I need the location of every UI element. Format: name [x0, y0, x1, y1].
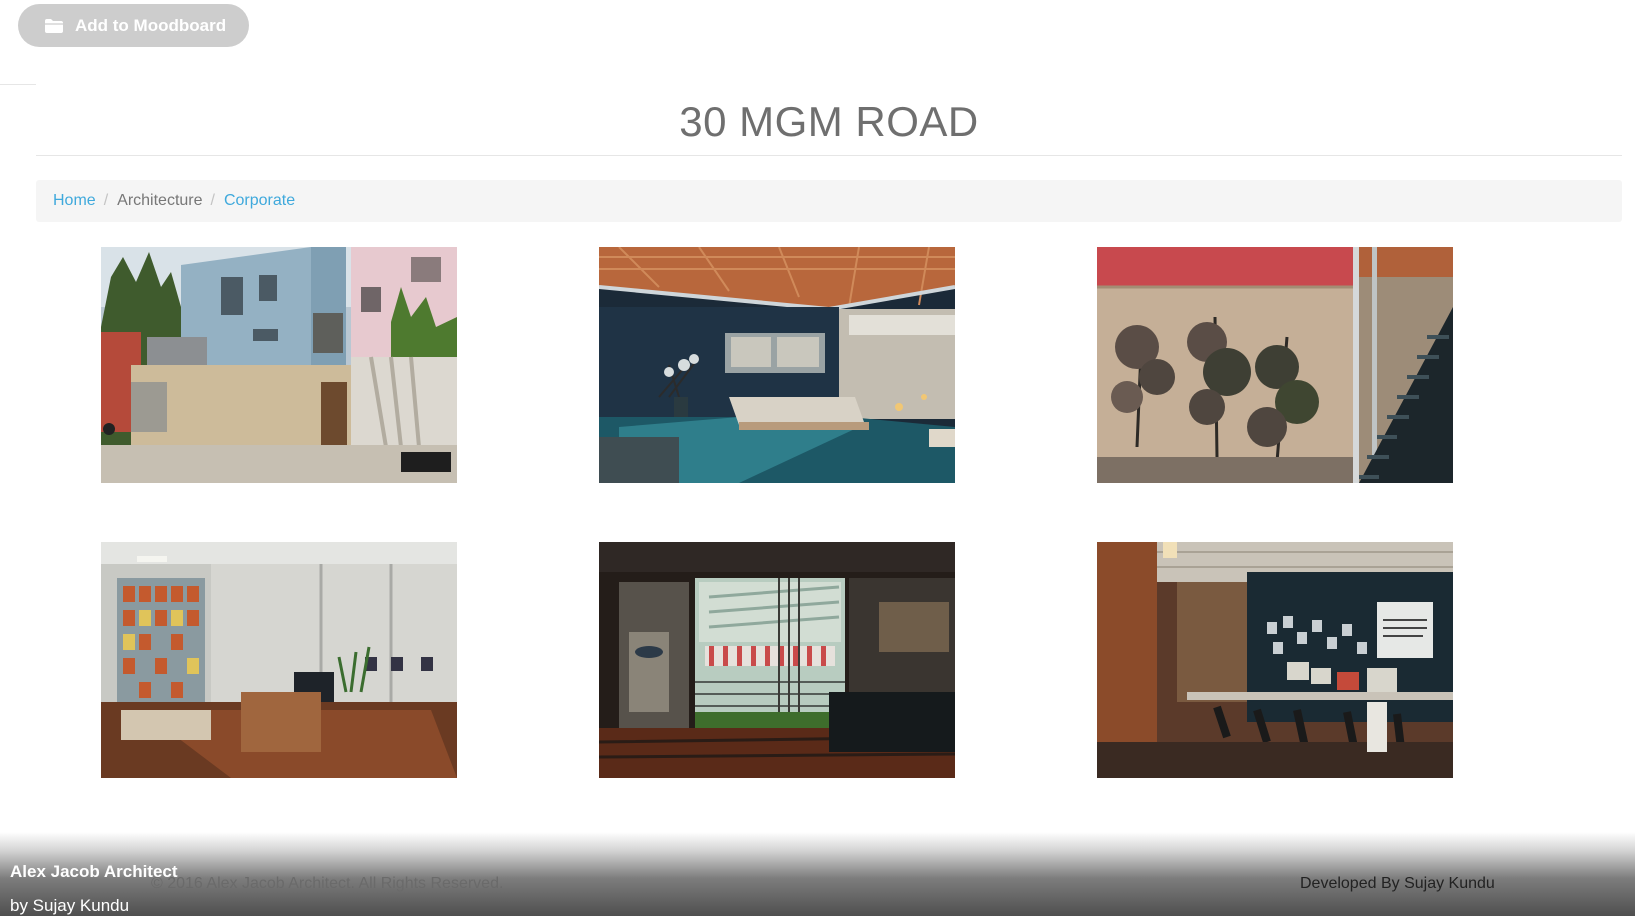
breadcrumb-home-link[interactable]: Home: [53, 192, 96, 210]
footer-developer: Developed By Sujay Kundu: [1300, 875, 1495, 892]
breadcrumb-architecture: Architecture: [117, 192, 203, 209]
divider: [0, 84, 36, 85]
breadcrumb-separator: /: [210, 192, 215, 209]
gallery-image-studio-workstations[interactable]: [1097, 542, 1453, 778]
breadcrumb: Home / Architecture / Corporate: [36, 180, 1622, 222]
folder-icon: [44, 18, 64, 34]
breadcrumb-corporate-link[interactable]: Corporate: [224, 192, 295, 210]
gallery-image-building-exterior[interactable]: [101, 247, 457, 483]
title-section: 30 MGM ROAD: [36, 84, 1622, 156]
footer-by-line: by Sujay Kundu: [10, 896, 130, 915]
footer: Alex Jacob Architect by Sujay Kundu © 20…: [0, 832, 1635, 916]
gallery-image-lounge-interior[interactable]: [599, 247, 955, 483]
gallery-image-stair-plant-wall[interactable]: [1097, 247, 1453, 483]
gallery-image-office-desk[interactable]: [101, 542, 457, 778]
add-to-moodboard-button[interactable]: Add to Moodboard: [18, 4, 249, 47]
breadcrumb-separator: /: [103, 192, 109, 209]
add-to-moodboard-label: Add to Moodboard: [75, 15, 227, 35]
footer-copyright: © 2016 Alex Jacob Architect. All Rights …: [151, 875, 504, 892]
gallery-image-window-view[interactable]: [599, 542, 955, 778]
page-title: 30 MGM ROAD: [679, 97, 979, 145]
